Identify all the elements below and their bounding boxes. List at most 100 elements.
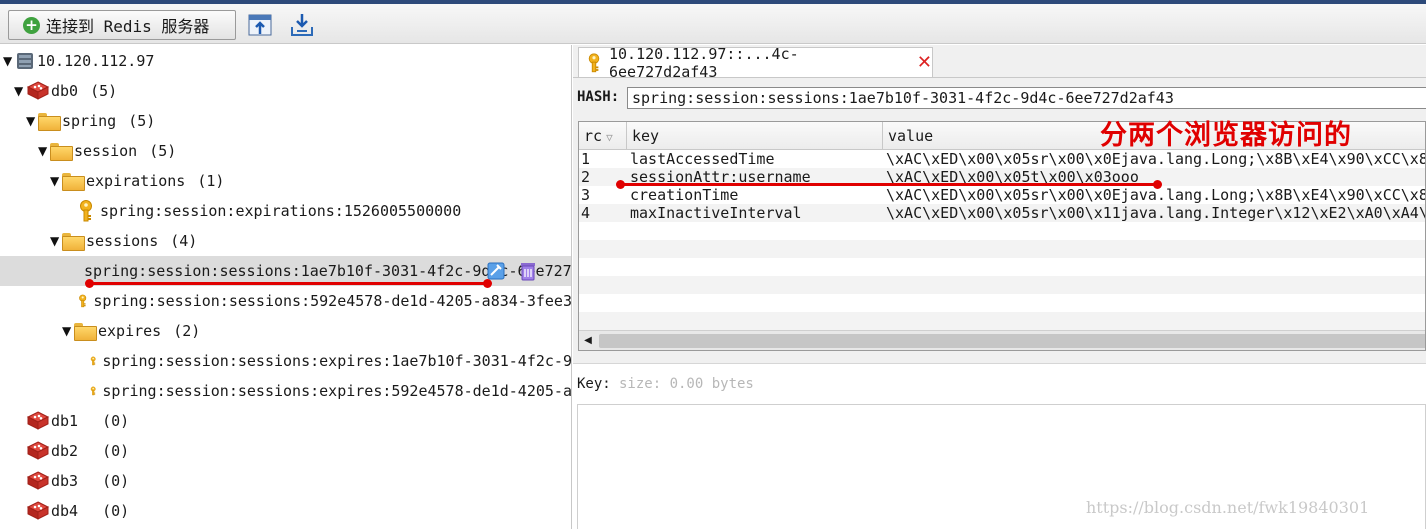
key-label: spring:session:sessions:expires:592e4578… bbox=[102, 382, 572, 400]
key-label: Key: bbox=[577, 376, 611, 392]
folder-label: expires bbox=[98, 322, 162, 340]
database-icon bbox=[26, 441, 50, 461]
database-icon bbox=[26, 471, 50, 491]
tree-key-expires-1[interactable]: spring:session:sessions:expires:1ae7b10f… bbox=[0, 346, 572, 376]
db-label: db1 bbox=[51, 412, 79, 430]
key-icon bbox=[78, 290, 87, 312]
key-icon bbox=[90, 350, 96, 372]
tab-key-view[interactable]: 10.120.112.97::...4c-6ee727d2af43 ✕ bbox=[578, 45, 933, 81]
row-value: \xAC\xED\x00\x05sr\x00\x11java.lang.Inte… bbox=[886, 204, 1426, 222]
folder-count: (5) bbox=[128, 112, 156, 130]
db-count: (0) bbox=[102, 472, 130, 490]
tree-key-expires-2[interactable]: spring:session:sessions:expires:592e4578… bbox=[0, 376, 572, 406]
table-row[interactable]: 4 maxInactiveInterval \xAC\xED\x00\x05sr… bbox=[579, 204, 1426, 222]
key-icon bbox=[587, 53, 601, 73]
hash-table: rc ▽ key value 1 lastAccessedTime \xAC\xE… bbox=[578, 121, 1426, 351]
folder-count: (4) bbox=[170, 232, 198, 250]
table-row[interactable]: 1 lastAccessedTime \xAC\xED\x00\x05sr\x0… bbox=[579, 150, 1426, 168]
value-size: size: 0.00 bytes bbox=[619, 376, 754, 392]
annotation-underline-row bbox=[621, 183, 1157, 186]
tree-folder-expires[interactable]: ▼ expires (2) bbox=[0, 316, 571, 346]
server-icon bbox=[15, 51, 35, 71]
row-number: 3 bbox=[581, 186, 591, 204]
tree-db4-node[interactable]: db4 (0) bbox=[0, 496, 571, 526]
db-count: (0) bbox=[102, 412, 130, 430]
tree-folder-expirations[interactable]: ▼ expirations (1) bbox=[0, 166, 571, 196]
export-icon[interactable] bbox=[288, 11, 316, 39]
hash-key-field[interactable]: spring:session:sessions:1ae7b10f-3031-4f… bbox=[627, 87, 1426, 109]
expand-arrow-icon[interactable]: ▼ bbox=[50, 174, 62, 188]
db-label: db2 bbox=[51, 442, 79, 460]
connect-button-label: 连接到 Redis 服务器 bbox=[46, 17, 210, 36]
key-label: spring:session:expirations:1526005500000 bbox=[100, 202, 462, 220]
expand-arrow-icon[interactable]: ▼ bbox=[38, 144, 50, 158]
folder-count: (1) bbox=[197, 172, 225, 190]
db-label: db3 bbox=[51, 472, 79, 490]
annotation-dot bbox=[483, 279, 492, 288]
db-label: db0 bbox=[51, 82, 79, 100]
tree-key-expirations[interactable]: spring:session:expirations:1526005500000 bbox=[0, 196, 571, 226]
row-number: 4 bbox=[581, 204, 591, 222]
expand-arrow-icon[interactable]: ▼ bbox=[62, 324, 74, 338]
import-icon[interactable] bbox=[246, 11, 274, 39]
folder-label: sessions bbox=[86, 232, 159, 250]
delete-icon[interactable] bbox=[519, 261, 537, 281]
folder-count: (5) bbox=[149, 142, 177, 160]
folder-label: session bbox=[74, 142, 138, 160]
db-count: (5) bbox=[90, 82, 118, 100]
toolbar: + 连接到 Redis 服务器 bbox=[0, 4, 1426, 44]
folder-icon bbox=[38, 113, 61, 131]
connect-server-button[interactable]: + 连接到 Redis 服务器 bbox=[8, 10, 236, 40]
server-label: 10.120.112.97 bbox=[37, 52, 155, 70]
tree-folder-session[interactable]: ▼ session (5) bbox=[0, 136, 571, 166]
horizontal-scrollbar[interactable]: ◀ bbox=[579, 330, 1425, 350]
database-icon bbox=[26, 411, 50, 431]
row-number: 2 bbox=[581, 168, 591, 186]
close-icon[interactable]: ✕ bbox=[917, 52, 932, 73]
key-icon bbox=[78, 200, 94, 222]
row-value: \xAC\xED\x00\x05sr\x00\x0Ejava.lang.Long… bbox=[886, 150, 1426, 168]
scroll-left-icon[interactable]: ◀ bbox=[581, 334, 595, 348]
annotation-dot bbox=[1153, 180, 1162, 189]
table-row[interactable]: 3 creationTime \xAC\xED\x00\x05sr\x00\x0… bbox=[579, 186, 1425, 204]
folder-label: expirations bbox=[86, 172, 186, 190]
db-count: (0) bbox=[102, 442, 130, 460]
add-icon: + bbox=[23, 16, 40, 34]
db-label: db4 bbox=[51, 502, 79, 520]
annotation-text: 分两个浏览器访问的 bbox=[1100, 120, 1352, 151]
expand-arrow-icon[interactable]: ▼ bbox=[50, 234, 62, 248]
folder-label: spring bbox=[62, 112, 117, 130]
db-count: (0) bbox=[102, 502, 130, 520]
tab-title: 10.120.112.97::...4c-6ee727d2af43 bbox=[609, 44, 799, 81]
column-header-rc[interactable]: rc ▽ bbox=[579, 122, 627, 150]
folder-icon bbox=[62, 233, 85, 251]
tree-folder-spring[interactable]: ▼ spring (5) bbox=[0, 106, 571, 136]
expand-arrow-icon[interactable]: ▼ bbox=[26, 114, 38, 128]
row-key: lastAccessedTime bbox=[630, 150, 775, 168]
tree-db0-node[interactable]: ▼ db0 (5) bbox=[0, 76, 571, 106]
annotation-underline-tree bbox=[90, 282, 487, 285]
expand-arrow-icon[interactable]: ▼ bbox=[14, 84, 26, 98]
scrollbar-thumb[interactable] bbox=[599, 334, 1425, 348]
column-header-key[interactable]: key bbox=[627, 122, 883, 150]
folder-icon bbox=[74, 323, 97, 341]
key-icon bbox=[90, 380, 96, 402]
tree-key-session-2[interactable]: spring:session:sessions:592e4578-de1d-42… bbox=[0, 286, 572, 316]
row-number: 1 bbox=[581, 150, 591, 168]
tree-db1-node[interactable]: db1 (0) bbox=[0, 406, 571, 436]
tree-folder-sessions[interactable]: ▼ sessions (4) bbox=[0, 226, 571, 256]
rename-icon[interactable] bbox=[486, 261, 506, 281]
expand-arrow-icon[interactable]: ▼ bbox=[3, 54, 15, 68]
empty-row bbox=[579, 312, 1425, 330]
tab-divider bbox=[573, 77, 1426, 78]
tree-db3-node[interactable]: db3 (0) bbox=[0, 466, 571, 496]
folder-icon bbox=[62, 173, 85, 191]
key-label: spring:session:sessions:592e4578-de1d-42… bbox=[93, 292, 572, 310]
key-label: spring:session:sessions:expires:1ae7b10f… bbox=[102, 352, 572, 370]
hash-type-label: HASH: bbox=[577, 89, 620, 105]
tree-db2-node[interactable]: db2 (0) bbox=[0, 436, 571, 466]
empty-row bbox=[579, 240, 1425, 258]
empty-row bbox=[579, 276, 1425, 294]
tree-server-node[interactable]: ▼ 10.120.112.97 bbox=[0, 46, 571, 76]
row-key: creationTime bbox=[630, 186, 739, 204]
